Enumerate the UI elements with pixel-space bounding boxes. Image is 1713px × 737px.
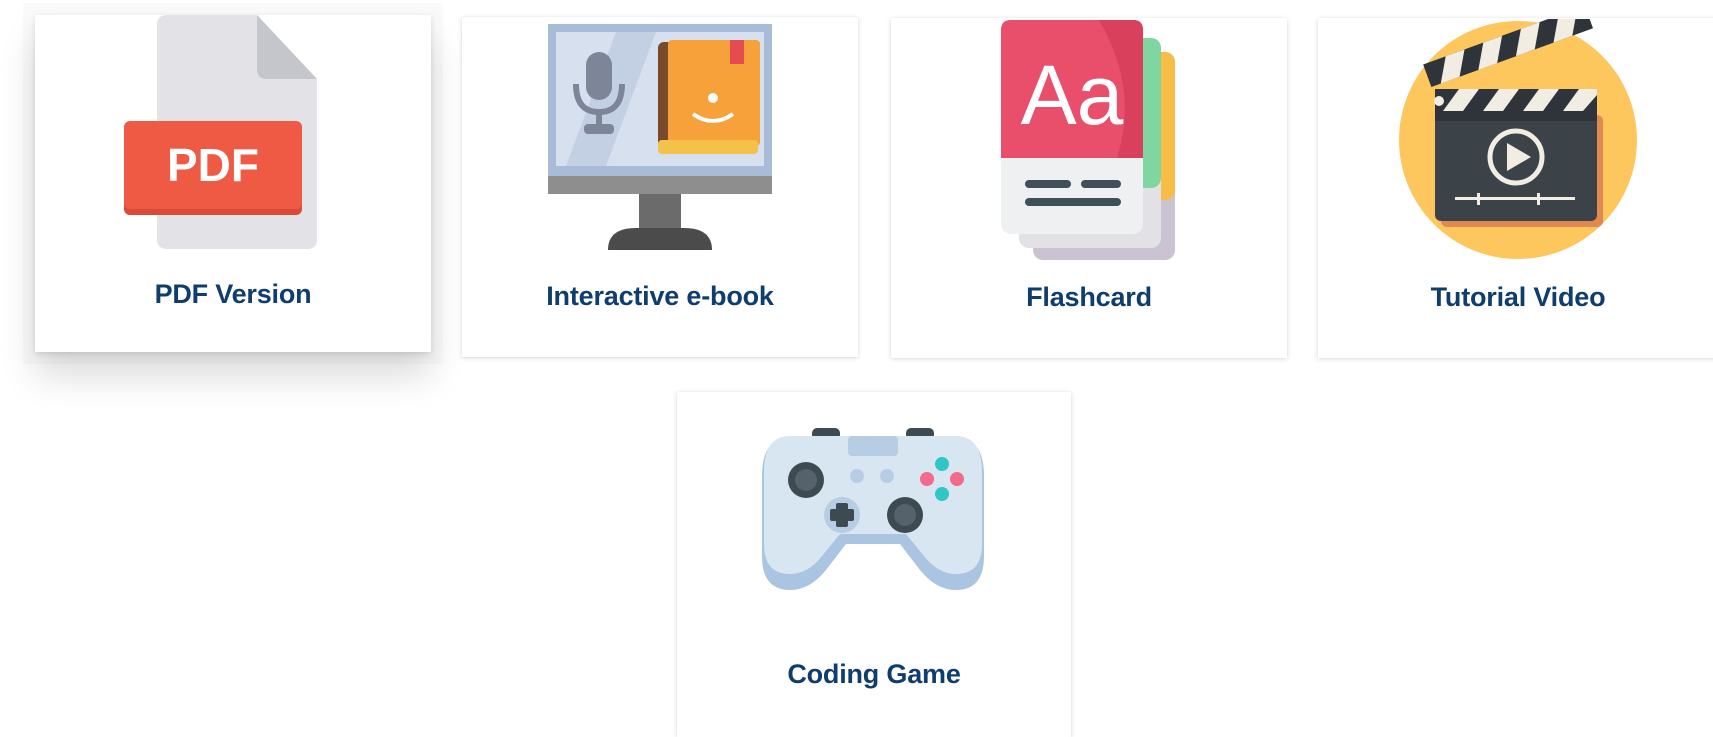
pdf-file-icon: PDF [124,15,317,249]
resource-label-game: Coding Game [787,659,961,689]
resource-card-flashcard[interactable]: Aa Flashcard [891,18,1287,358]
resource-card-ebook[interactable]: Interactive e-book [462,17,858,357]
monitor-ebook-icon [548,24,772,250]
resource-label-pdf: PDF Version [154,279,312,309]
resource-card-pdf[interactable]: PDF PDF Version [35,15,431,352]
flashcard-stack-icon: Aa [1001,20,1175,260]
resource-label-ebook: Interactive e-book [546,281,774,311]
resource-label-flashcard: Flashcard [1026,282,1152,312]
game-controller-icon [762,428,984,590]
resource-label-video: Tutorial Video [1430,282,1606,312]
resource-card-game[interactable]: Coding Game [677,392,1071,737]
clapperboard-icon [1399,19,1637,259]
pdf-badge-text: PDF [167,139,259,191]
flashcard-face-text: Aa [1021,48,1124,142]
resource-card-video[interactable]: Tutorial Video [1318,18,1713,358]
